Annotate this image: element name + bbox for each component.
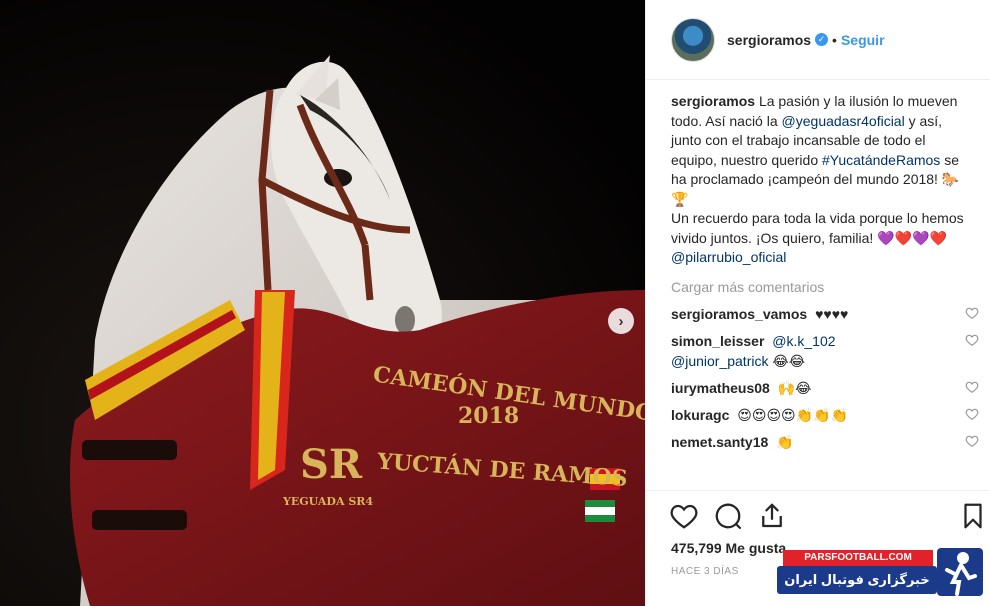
andalusia-flag-top xyxy=(585,500,615,507)
separator: • xyxy=(832,31,837,48)
post-photo: CAMEÓN DEL MUNDO 2018 YUCTÁN DE RAMOS SR… xyxy=(0,0,645,606)
comment-icon[interactable] xyxy=(713,501,743,531)
verified-badge-icon: ✓ xyxy=(815,33,829,46)
comment-username[interactable]: sergioramos_vamos xyxy=(671,306,807,322)
comment-username[interactable]: nemet.santy18 xyxy=(671,434,768,450)
watermark-tagline: خبرگزاری فوتبال ایران xyxy=(777,566,937,594)
caption-text-4: Un recuerdo para toda la vida porque lo … xyxy=(671,210,964,246)
player-logo-icon xyxy=(945,552,977,596)
comment-text: 👏 xyxy=(776,433,794,450)
comment-text: 😂😂 xyxy=(772,352,806,369)
comment-username[interactable]: simon_leisser xyxy=(671,333,764,349)
strap-2 xyxy=(92,510,187,530)
post-time[interactable]: HACE 3 DÍAS xyxy=(671,566,739,577)
heart-icon[interactable] xyxy=(965,380,979,394)
next-photo-button[interactable]: › xyxy=(608,308,634,334)
strap xyxy=(82,440,177,460)
share-icon[interactable] xyxy=(757,501,787,531)
comment-row: iurymatheus08 🙌😂 xyxy=(671,378,979,398)
comment-mention-2[interactable]: @junior_patrick xyxy=(671,353,768,369)
comment-username[interactable]: iurymatheus08 xyxy=(671,380,770,396)
avatar[interactable] xyxy=(671,17,715,62)
comment-row: sergioramos_vamos ♥♥♥♥ xyxy=(671,304,979,324)
follow-button[interactable]: Seguir xyxy=(841,32,885,48)
comment-text: 😍😍😍😍👏👏👏 xyxy=(737,406,848,423)
header-username[interactable]: sergioramos xyxy=(727,32,811,48)
horse-nostril xyxy=(395,306,415,334)
bookmark-icon[interactable] xyxy=(958,501,988,531)
hashtag-link[interactable]: #YucatándeRamos xyxy=(822,152,940,168)
comment-text: ♥♥♥♥ xyxy=(815,305,849,322)
comment-username[interactable]: lokuragc xyxy=(671,407,729,423)
brand-initials: SR xyxy=(300,441,363,488)
caption: sergioramos La pasión y la ilusión lo mu… xyxy=(671,92,971,268)
mention-link-2[interactable]: @pilarrubio_oficial xyxy=(671,249,786,265)
chevron-right-icon: › xyxy=(618,312,624,330)
watermark-logo xyxy=(937,548,983,596)
heart-icon[interactable] xyxy=(965,306,979,320)
comment-row: lokuragc 😍😍😍😍👏👏👏 xyxy=(671,405,979,425)
comment-text: 🙌😂 xyxy=(777,379,812,396)
heart-icon[interactable] xyxy=(965,434,979,448)
heart-icon[interactable] xyxy=(669,501,699,531)
andalusia-flag-bottom xyxy=(585,515,615,522)
comment-mention[interactable]: @k.k_102 xyxy=(772,333,835,349)
heart-icon[interactable] xyxy=(965,333,979,347)
comment-row: simon_leisser @k.k_102 @junior_patrick 😂… xyxy=(671,331,979,371)
watermark: PARSFOOTBALL.COM خبرگزاری فوتبال ایران xyxy=(777,548,985,598)
action-bar xyxy=(646,490,990,540)
blanket-year: 2018 xyxy=(458,403,519,429)
heart-icon[interactable] xyxy=(965,407,979,421)
mention-link[interactable]: @yeguadasr4oficial xyxy=(782,113,905,129)
horse-photo: CAMEÓN DEL MUNDO 2018 YUCTÁN DE RAMOS SR… xyxy=(0,0,645,606)
post-header: sergioramos ✓ • Seguir xyxy=(646,0,990,80)
likes-count[interactable]: 475,799 Me gusta xyxy=(671,540,786,556)
load-more-comments[interactable]: Cargar más comentarios xyxy=(671,278,971,297)
comments-section: sergioramos La pasión y la ilusión lo mu… xyxy=(671,92,979,452)
caption-username[interactable]: sergioramos xyxy=(671,93,755,109)
comment-row: nemet.santy18 👏 xyxy=(671,432,979,452)
watermark-site: PARSFOOTBALL.COM xyxy=(783,550,933,566)
post-sidebar: sergioramos ✓ • Seguir sergioramos La pa… xyxy=(645,0,990,606)
brand-name: YEGUADA SR4 xyxy=(282,495,373,508)
